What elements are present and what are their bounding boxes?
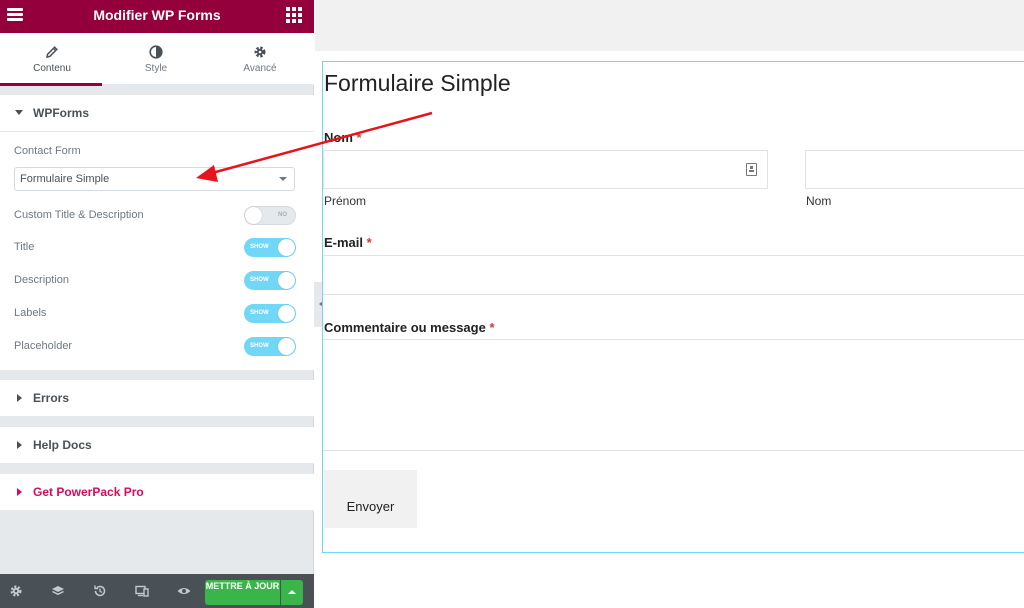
eye-icon[interactable] <box>176 583 192 599</box>
panel-title: Modifier WP Forms <box>93 7 221 23</box>
widgets-grid-icon[interactable] <box>286 7 302 23</box>
update-button[interactable]: METTRE À JOUR <box>205 580 280 605</box>
section-title: Help Docs <box>33 438 92 452</box>
placeholder-switch[interactable]: SHOW <box>244 337 296 356</box>
section-title: WPForms <box>33 106 90 120</box>
gear-icon <box>254 46 266 58</box>
section-help-docs-header[interactable]: Help Docs <box>0 427 314 464</box>
labels-label: Labels <box>14 307 47 319</box>
required-mark: * <box>356 130 362 145</box>
switch-knob <box>278 239 295 256</box>
section-title: Get PowerPack Pro <box>33 485 144 499</box>
switch-state-text: SHOW <box>250 277 269 283</box>
message-textarea[interactable] <box>323 339 1024 451</box>
switch-state-text: SHOW <box>250 310 269 316</box>
tab-label: Style <box>144 63 168 74</box>
hamburger-menu-icon[interactable] <box>5 5 25 25</box>
email-input[interactable] <box>323 255 1024 295</box>
app-root: Modifier WP Forms Contenu Style Avancé W… <box>0 0 1024 608</box>
switch-knob <box>245 207 262 224</box>
layers-icon[interactable] <box>50 583 66 599</box>
section-title: Errors <box>33 391 70 405</box>
last-name-sublabel: Nom <box>806 194 832 208</box>
history-icon[interactable] <box>92 583 108 599</box>
title-switch[interactable]: SHOW <box>244 238 296 257</box>
email-label-text: E-mail <box>324 235 364 250</box>
name-label-text: Nom <box>324 130 353 145</box>
email-field-label: E-mail * <box>324 235 372 250</box>
custom-title-label: Custom Title & Description <box>14 209 144 221</box>
labels-switch[interactable]: SHOW <box>244 304 296 323</box>
placeholder-label: Placeholder <box>14 340 73 352</box>
responsive-icon[interactable] <box>134 583 150 599</box>
submit-button[interactable]: Envoyer <box>324 470 417 528</box>
message-field-label: Commentaire ou message * <box>324 320 495 335</box>
last-name-input[interactable] <box>805 150 1024 189</box>
switch-state-text: SHOW <box>250 343 269 349</box>
section-powerpack-header[interactable]: Get PowerPack Pro <box>0 474 314 511</box>
required-mark: * <box>489 320 495 335</box>
panel-header: Modifier WP Forms <box>0 0 314 33</box>
title-label: Title <box>14 241 35 253</box>
panel-tabs: Contenu Style Avancé <box>0 33 314 86</box>
first-name-sublabel: Prénom <box>324 194 367 208</box>
switch-state-text: SHOW <box>250 244 269 250</box>
contact-card-icon <box>746 163 757 176</box>
switch-knob <box>278 272 295 289</box>
caret-right-icon <box>17 394 22 402</box>
contact-form-select[interactable]: Formulaire Simple <box>14 167 295 191</box>
section-errors-header[interactable]: Errors <box>0 380 314 417</box>
pencil-icon <box>46 46 58 58</box>
custom-title-switch[interactable]: NO <box>244 206 296 225</box>
switch-knob <box>278 338 295 355</box>
chevron-down-icon <box>279 177 287 181</box>
section-wpforms-body: Contact Form Formulaire Simple Custom Ti… <box>0 132 314 370</box>
message-label-text: Commentaire ou message <box>324 320 486 335</box>
name-field-label: Nom * <box>324 130 362 145</box>
tab-avance[interactable]: Avancé <box>208 33 312 85</box>
switch-state-text: NO <box>278 212 287 218</box>
tab-label: Contenu <box>33 63 71 74</box>
caret-down-icon <box>15 110 23 115</box>
caret-right-icon <box>17 441 22 449</box>
contact-form-value: Formulaire Simple <box>20 173 110 185</box>
submit-label: Envoyer <box>346 499 395 514</box>
description-switch[interactable]: SHOW <box>244 271 296 290</box>
preview-widget-frame[interactable] <box>322 61 1024 553</box>
update-options-button[interactable] <box>281 580 303 605</box>
required-mark: * <box>366 235 372 250</box>
caret-up-icon <box>288 590 296 594</box>
contrast-icon <box>149 45 163 59</box>
caret-right-icon <box>17 488 22 496</box>
gear-icon[interactable] <box>8 583 24 599</box>
preview-top-area <box>315 0 1024 51</box>
tab-contenu[interactable]: Contenu <box>0 33 104 86</box>
form-title: Formulaire Simple <box>324 70 511 96</box>
editor-panel: Modifier WP Forms Contenu Style Avancé W… <box>0 0 314 608</box>
first-name-input[interactable] <box>323 150 768 189</box>
description-label: Description <box>14 274 70 286</box>
section-wpforms-header[interactable]: WPForms <box>0 95 314 132</box>
tab-style[interactable]: Style <box>104 33 208 85</box>
contact-form-label: Contact Form <box>14 145 81 157</box>
tab-label: Avancé <box>243 63 277 74</box>
switch-knob <box>278 305 295 322</box>
